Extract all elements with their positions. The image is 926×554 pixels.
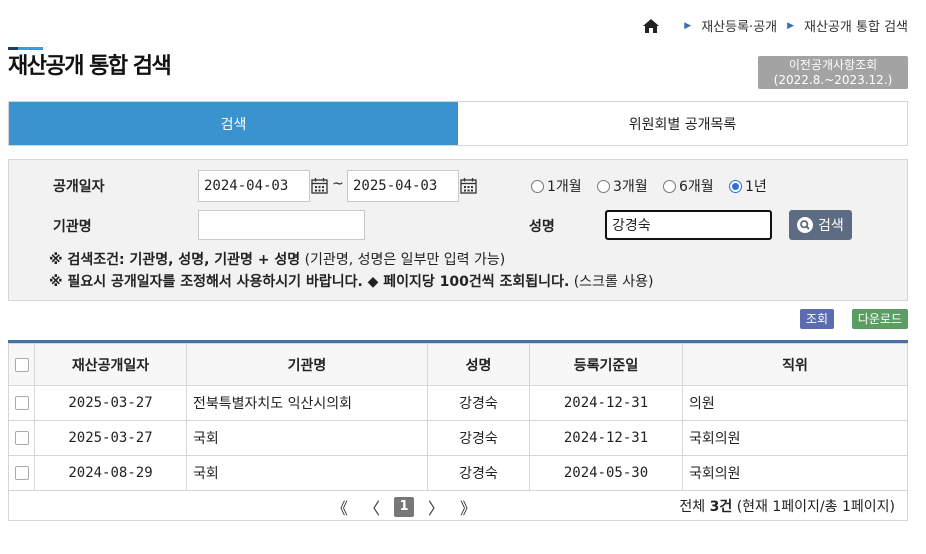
cell-name[interactable]: 강경숙 [427,455,530,491]
period-label: 1개월 [547,179,582,195]
search-note-conditions-rest: (기관명, 성명은 일부만 입력 가능) [300,252,506,268]
period-3month-radio[interactable]: 3개월 [597,176,648,196]
row-checkbox[interactable] [14,396,29,410]
total-suffix: (현재 1페이지/총 1페이지) [732,499,895,515]
page-title: 재산공개 통합 검색 [8,54,172,79]
cell-position[interactable]: 국회의원 [682,455,908,491]
title-accent-bar [8,38,43,50]
breadcrumb-item-registration[interactable]: 재산등록·공개 [701,16,777,35]
header-organization[interactable]: 기관명 [186,343,428,386]
period-1month-radio[interactable]: 1개월 [531,176,582,196]
search-note-conditions-bold: ※ 검색조건: 기관명, 성명, 기관명 + 성명 [49,252,301,268]
name-label: 성명 [529,219,555,235]
cell-name[interactable]: 강경숙 [427,385,530,421]
org-input[interactable] [198,210,365,240]
cell-disclosure-date[interactable]: 2025-03-27 [34,385,187,421]
row-checkbox-cell [8,385,35,421]
prev-page-button[interactable]: 〈 [364,495,380,519]
date-label: 공개일자 [53,179,105,195]
tab-search[interactable]: 검색 [9,102,458,145]
search-note-conditions: ※ 검색조건: 기관명, 성명, 기관명 + 성명 (기관명, 성명은 일부만 … [49,249,505,269]
radio-circle[interactable] [531,179,544,193]
period-1year-radio[interactable]: 1년 [729,176,767,196]
period-label: 6개월 [679,179,714,195]
home-icon[interactable] [642,18,660,34]
search-panel: 공개일자 2024-04-03 ~ 2025-04-03 1개월 3개월 6개월… [8,159,908,301]
search-note-period: ※ 필요시 공개일자를 조정해서 사용하시기 바랍니다. ◆ 페이지당 100건… [49,271,654,291]
tab-bar: 검색 위원회별 공개목록 [8,101,908,146]
tab-committee-list[interactable]: 위원회별 공개목록 [458,102,907,145]
search-button[interactable]: 검색 [789,210,852,240]
cell-organization[interactable]: 국회 [186,455,428,491]
row-checkbox-cell [8,420,35,456]
header-position[interactable]: 직위 [682,343,908,386]
date-range-tilde: ~ [332,176,344,192]
cell-disclosure-date[interactable]: 2024-08-29 [34,455,187,491]
results-table: 재산공개일자 기관명 성명 등록기준일 직위 2025-03-27 전북특별자치… [8,340,908,491]
period-label: 3개월 [613,179,648,195]
breadcrumb-separator-icon: ▶ [787,20,795,31]
previous-disclosure-button[interactable]: 이전공개사항조회 (2022.8.~2023.12.) [758,56,908,89]
cell-registration-date[interactable]: 2024-05-30 [529,455,683,491]
total-count: 전체 3건 (현재 1페이지/총 1페이지) [679,496,895,516]
table-row[interactable]: 2025-03-27 전북특별자치도 익산시의회 강경숙 2024-12-31 … [8,385,908,421]
cell-registration-date[interactable]: 2024-12-31 [529,385,683,421]
breadcrumb-separator-icon: ▶ [684,20,692,31]
last-page-button[interactable]: 》 [460,495,476,519]
cell-position[interactable]: 국회의원 [682,420,908,456]
row-checkbox[interactable] [14,466,29,480]
total-prefix: 전체 [679,499,710,515]
table-row[interactable]: 2025-03-27 국회 강경숙 2024-12-31 국회의원 [8,420,908,456]
breadcrumb-item-current[interactable]: 재산공개 통합 검색 [804,16,908,35]
org-label: 기관명 [53,219,92,235]
radio-circle[interactable] [597,179,610,193]
pagination-bar: 《 〈 1 〉 》 전체 3건 (현재 1페이지/총 1페이지) [8,490,908,521]
radio-circle[interactable] [663,179,676,193]
current-page-number[interactable]: 1 [394,497,415,517]
name-input[interactable]: 강경숙 [605,210,772,240]
total-count-value: 3건 [709,499,733,515]
row-checkbox-cell [8,455,35,491]
cell-organization[interactable]: 국회 [186,420,428,456]
search-button-label: 검색 [818,218,844,234]
calendar-icon[interactable] [460,178,477,194]
next-page-button[interactable]: 〉 [428,495,444,519]
row-checkbox[interactable] [14,431,29,445]
table-row[interactable]: 2024-08-29 국회 강경숙 2024-05-30 국회의원 [8,455,908,491]
header-registration-date[interactable]: 등록기준일 [529,343,683,386]
calendar-icon[interactable] [311,178,328,194]
date-to-input[interactable]: 2025-04-03 [347,170,459,202]
date-from-input[interactable]: 2024-04-03 [198,170,310,202]
first-page-button[interactable]: 《 [332,495,348,519]
cell-organization[interactable]: 전북특별자치도 익산시의회 [186,385,428,421]
cell-name[interactable]: 강경숙 [427,420,530,456]
cell-registration-date[interactable]: 2024-12-31 [529,420,683,456]
breadcrumb: ▶ 재산등록·공개 ▶ 재산공개 통합 검색 [642,16,908,35]
download-button[interactable]: 다운로드 [851,309,908,329]
cell-position[interactable]: 의원 [682,385,908,421]
pagination: 《 〈 1 〉 》 [324,495,484,519]
cell-disclosure-date[interactable]: 2025-03-27 [34,420,187,456]
select-all-checkbox[interactable] [14,357,29,372]
search-note-period-rest: (스크롤 사용) [569,274,654,290]
radio-circle-checked[interactable] [729,179,742,193]
period-6month-radio[interactable]: 6개월 [663,176,714,196]
header-disclosure-date[interactable]: 재산공개일자 [34,343,187,386]
search-icon [797,217,813,233]
previous-disclosure-label: 이전공개사항조회 [788,58,878,72]
view-button[interactable]: 조회 [799,309,834,329]
previous-disclosure-period: (2022.8.~2023.12.) [773,73,893,87]
header-checkbox-cell [8,343,35,386]
header-name[interactable]: 성명 [427,343,530,386]
period-label: 1년 [745,179,767,195]
search-note-period-bold: ※ 필요시 공개일자를 조정해서 사용하시기 바랍니다. ◆ 페이지당 100건… [49,274,570,290]
table-header-row: 재산공개일자 기관명 성명 등록기준일 직위 [8,343,908,386]
